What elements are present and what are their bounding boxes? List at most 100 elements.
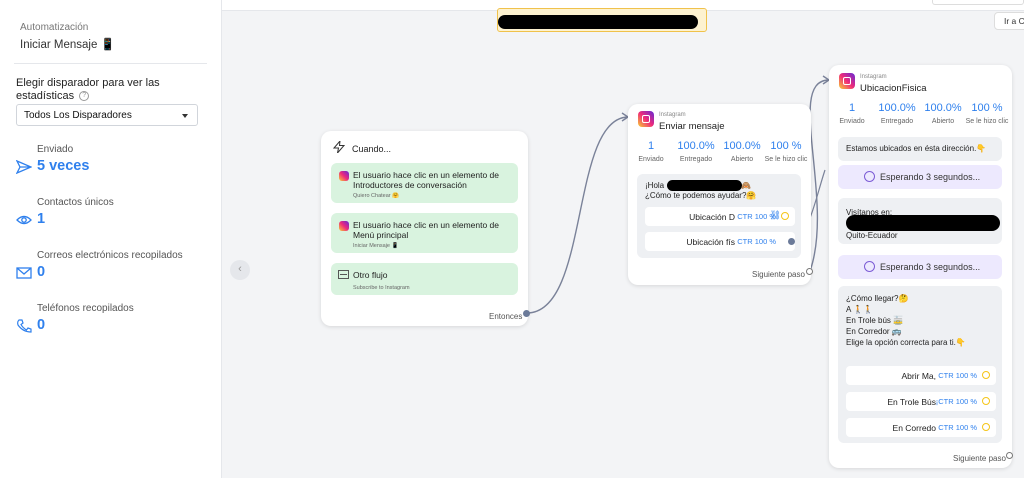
redacted-content (846, 215, 1000, 231)
instagram-icon (339, 221, 349, 231)
stat-value: 0 (37, 317, 46, 333)
message-block[interactable]: ¿Cómo llegar?🤔 A 🚶🚶 En Trole bús 🚋 En Co… (838, 286, 1002, 443)
card-platform: Instagram (659, 112, 686, 118)
flow-icon (338, 270, 349, 279)
card-title: UbicacionFisica (860, 83, 927, 94)
message-button[interactable]: Ubicación fís CTR 100 % (645, 232, 795, 251)
help-icon[interactable]: ? (79, 91, 90, 102)
instagram-icon (638, 111, 654, 127)
wait-text: Esperando 3 segundos... (880, 262, 981, 272)
instagram-icon (839, 73, 855, 89)
card-footer: Siguiente paso (953, 454, 1006, 463)
metric: 1 Enviado (632, 140, 670, 163)
button-port[interactable] (982, 423, 990, 431)
button-ctr: CTR 100 % (938, 423, 977, 432)
message-block[interactable]: Visítanos en: Quito-Ecuador (838, 198, 1002, 244)
automation-title: Iniciar Mensaje 📱 (20, 39, 115, 51)
button-label: Ubicación fís (686, 237, 735, 247)
button-port[interactable] (781, 212, 789, 220)
metric-value: 1 (647, 140, 655, 152)
card-platform: Instagram (860, 74, 887, 80)
metric-value: 100.0% (723, 140, 761, 152)
send-message-card[interactable]: Instagram Enviar mensaje 1 Enviado 100.0%… (628, 104, 813, 285)
metric-value: 100.0% (924, 102, 962, 114)
message-block[interactable]: Estamos ubicados en ésta dirección.👇 (838, 137, 1002, 161)
trigger-select[interactable]: Todos Los Disparadores (16, 104, 198, 126)
button-port[interactable] (982, 397, 990, 405)
message-line: Elige la opción correcta para ti.👇 (846, 338, 966, 347)
button-ctr: CTR 100 % (737, 237, 776, 246)
trigger-select-value: Todos Los Disparadores (24, 110, 132, 121)
card-title: Enviar mensaje (659, 121, 725, 132)
message-button[interactable]: En Trole Bús ¡CTR 100 % (846, 392, 996, 411)
metric-label: Enviado (638, 156, 664, 163)
metric: 100 % Se le hizo clic (965, 102, 1009, 125)
trigger-card[interactable]: Cuando... El usuario hace clic en un ele… (321, 131, 530, 326)
metric-label: Se le hizo clic (965, 118, 1009, 125)
output-port[interactable] (806, 268, 813, 275)
stat-label: Enviado (37, 144, 74, 155)
output-port[interactable] (523, 310, 530, 317)
send-icon (16, 160, 32, 174)
wait-text: Esperando 3 segundos... (880, 172, 981, 182)
lightning-icon (333, 141, 345, 153)
location-card[interactable]: Instagram UbicacionFisica 1 Enviado 100.0… (829, 65, 1013, 468)
metric-value: 100.0% (677, 140, 715, 152)
button-label: En Trole Bús (887, 397, 936, 407)
metric: 100.0% Entregado (875, 102, 919, 125)
button-label: Abrir Ma, (901, 371, 936, 381)
metric: 100.0% Abierto (722, 140, 762, 163)
trigger-item-sub: Subscribe to Instagram (353, 285, 410, 291)
stats-sidebar: Automatización Iniciar Mensaje 📱 Elegir … (0, 0, 222, 478)
trigger-item[interactable]: Otro flujo Subscribe to Instagram (331, 263, 518, 295)
trigger-item-sub: Iniciar Mensaje 📱 (353, 243, 399, 249)
metric-value: 100 % (971, 102, 1003, 114)
button-label: En Corredo (892, 423, 936, 433)
metric: 100 % Se le hizo clic (764, 140, 808, 163)
visit-city: Quito-Ecuador (846, 231, 898, 240)
metric-value: 100.0% (878, 102, 916, 114)
message-button[interactable]: Abrir Ma, CTR 100 % (846, 366, 996, 385)
link-icon: ⛓ (769, 210, 781, 220)
metric: 100.0% Entregado (674, 140, 718, 163)
phone-icon (17, 319, 32, 333)
trigger-item-text: El usuario hace clic en un elemento de M… (353, 220, 500, 240)
button-ctr: ¡CTR 100 % (935, 397, 977, 406)
metric-label: Se le hizo clic (764, 156, 808, 163)
button-port[interactable] (982, 371, 990, 379)
trigger-item-sub: Quiero Chatear 🤗 (353, 193, 399, 199)
stat-value: 1 (37, 211, 46, 227)
divider (14, 63, 207, 64)
eye-icon (16, 215, 32, 225)
card-footer: Siguiente paso (752, 270, 805, 279)
metric: 1 Enviado (833, 102, 871, 125)
metric-value: 100 % (770, 140, 802, 152)
button-ctr: CTR 100 % (938, 371, 977, 380)
stat-label: Correos electrónicos recopilados (37, 250, 183, 261)
clock-icon (864, 171, 875, 182)
clock-icon (864, 261, 875, 272)
message-button[interactable]: En Corredo CTR 100 % (846, 418, 996, 437)
metric-value: 1 (848, 102, 856, 114)
trigger-item-text: El usuario hace clic en un elemento de I… (353, 170, 500, 190)
breadcrumb[interactable]: Automatización (20, 22, 88, 33)
wait-block[interactable]: Esperando 3 segundos... (838, 255, 1002, 279)
stat-value: 0 (37, 264, 46, 280)
message-block[interactable]: ¡Hola 🙈 ¿Cómo te podemos ayudar?🤗 Ubicac… (637, 174, 801, 258)
trigger-title: Cuando... (352, 144, 392, 154)
stat-label: Contactos únicos (37, 197, 114, 208)
message-question: ¿Cómo te podemos ayudar?🤗 (645, 191, 757, 200)
message-text: Estamos ubicados en ésta dirección.👇 (846, 144, 987, 153)
wait-block[interactable]: Esperando 3 segundos... (838, 165, 1002, 189)
message-button[interactable]: Ubicación D CTR 100 % ⛓ (645, 207, 795, 226)
output-port[interactable] (1006, 452, 1013, 459)
mail-icon (16, 267, 32, 279)
trigger-item[interactable]: El usuario hace clic en un elemento de M… (331, 213, 518, 253)
button-port[interactable] (788, 238, 795, 245)
stat-value: 5 veces (37, 158, 90, 174)
trigger-item[interactable]: El usuario hace clic en un elemento de I… (331, 163, 518, 203)
metric-label: Abierto (931, 118, 955, 125)
instagram-icon (339, 171, 349, 181)
trigger-item-text: Otro flujo (353, 270, 388, 280)
metric: 100.0% Abierto (923, 102, 963, 125)
